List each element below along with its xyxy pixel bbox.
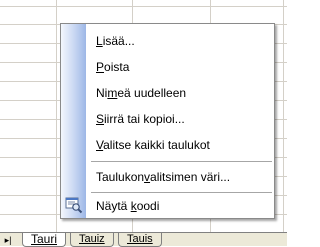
menu-item-delete[interactable]: Poista (61, 54, 274, 80)
sheet-tab-label: Tauis (127, 233, 153, 245)
menu-separator (91, 161, 272, 162)
menu-item-label: Siirrä tai kopioi... (96, 112, 185, 126)
grid-column-line (283, 0, 284, 232)
view-code-icon (65, 197, 83, 214)
menu-item-label: Taulukonvalitsimen väri... (96, 170, 231, 184)
sheet-tab-3[interactable]: Tauis (118, 233, 162, 247)
grid-row-line (0, 6, 287, 7)
menu-item-tab-color[interactable]: Taulukonvalitsimen väri... (61, 164, 274, 190)
menu-item-insert[interactable]: Lisää... (61, 28, 274, 54)
menu-item-select-all-sheets[interactable]: Valitse kaikki taulukot (61, 132, 274, 158)
tab-scroll-last-button[interactable]: ▸| (1, 234, 15, 246)
menu-item-label: Poista (96, 60, 130, 74)
sheet-tab-label: Tauri (31, 232, 58, 246)
menu-item-view-code[interactable]: Näytä koodi (61, 193, 274, 219)
menu-item-label: Lisää... (96, 34, 135, 48)
menu-item-label: Näytä koodi (96, 199, 160, 213)
sheet-tab-bar: ▸| Tauiz Tauis Tauri (0, 232, 287, 247)
menu-item-move-or-copy[interactable]: Siirrä tai kopioi... (61, 106, 274, 132)
sheet-tab-label: Tauiz (79, 233, 105, 245)
sheet-tab-1-active[interactable]: Tauri (22, 232, 67, 247)
menu-item-label: Nimeä uudelleen (96, 86, 187, 100)
menu-item-rename[interactable]: Nimeä uudelleen (61, 80, 274, 106)
sheet-tab-context-menu: Lisää... Poista Nimeä uudelleen Siirrä t… (60, 23, 275, 219)
menu-item-label: Valitse kaikki taulukot (96, 138, 210, 152)
sheet-tab-2[interactable]: Tauiz (70, 233, 114, 247)
grid-column-line (56, 0, 57, 232)
